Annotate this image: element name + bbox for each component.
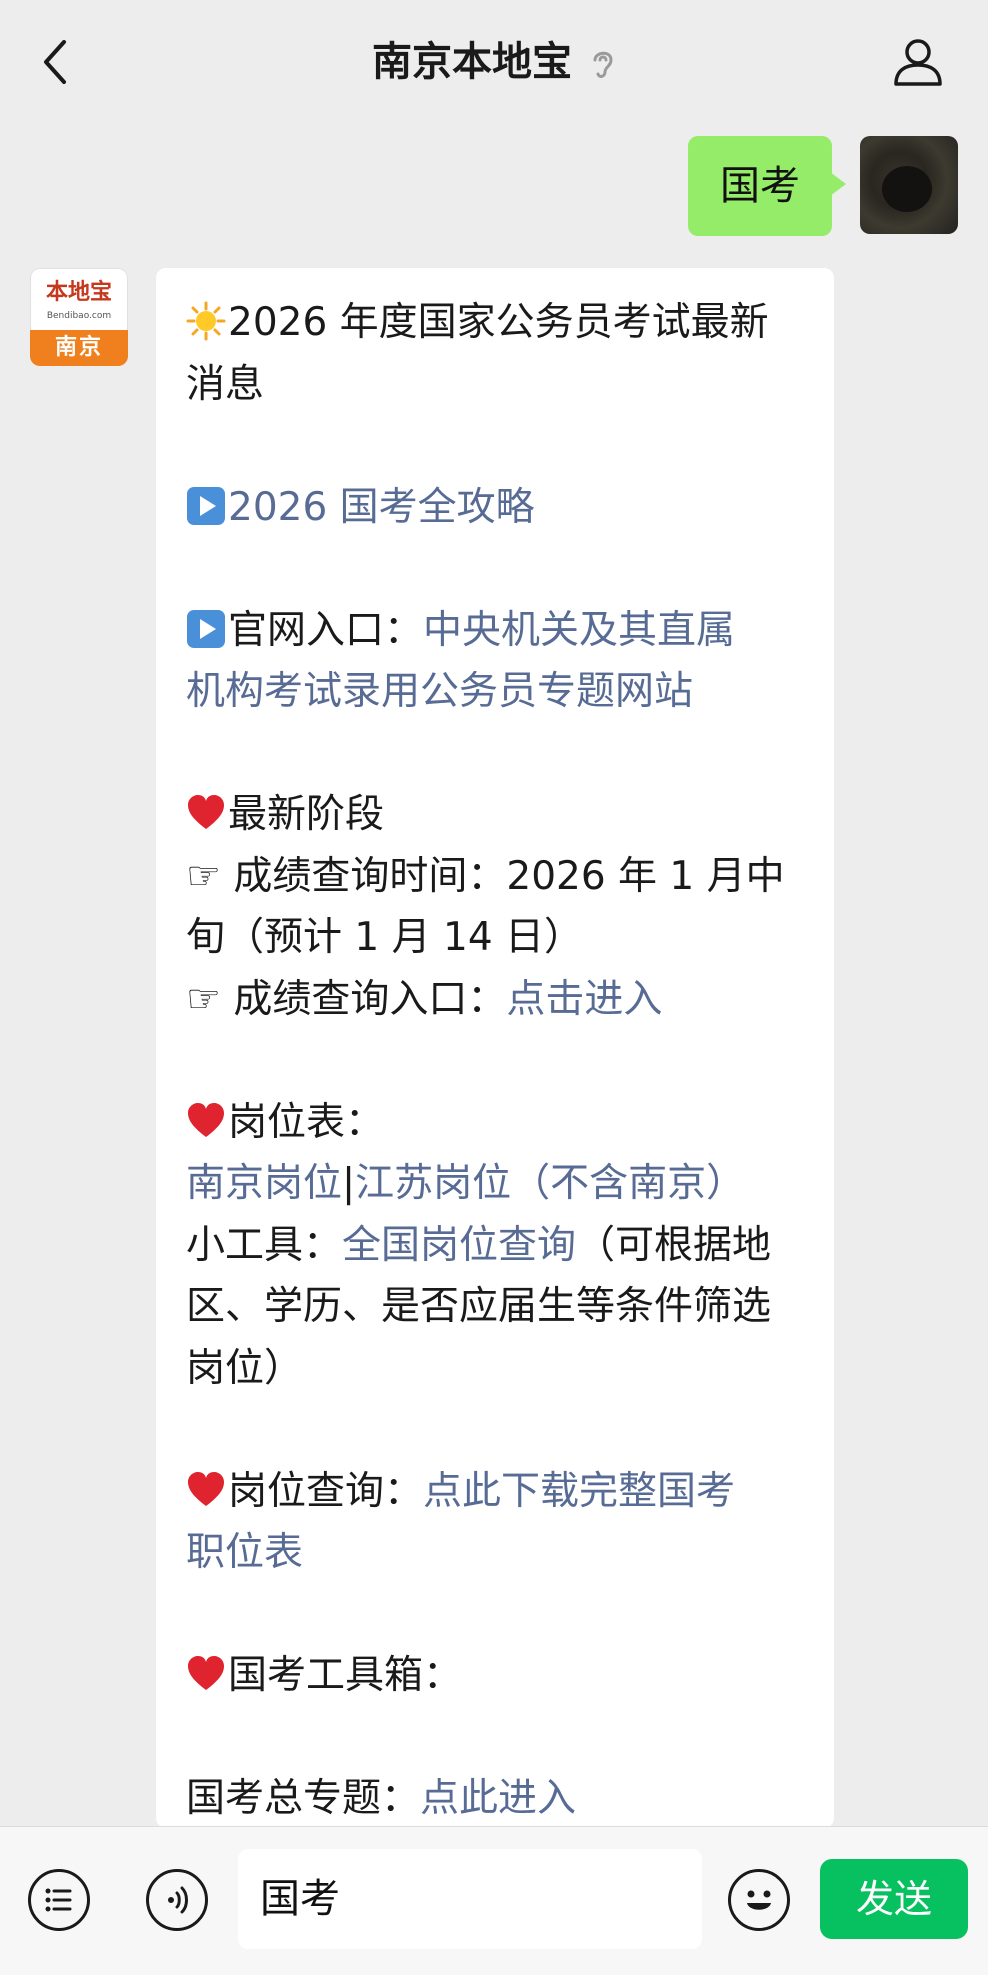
incoming-message-bubble: 2026 年度国家公务员考试最新 消息 2026 国考全攻略 官网入口：中央机关… [156, 268, 834, 1828]
score-entry-line: ☞ 成绩查询入口：点击进入 [186, 969, 806, 1031]
official-site-link-cont[interactable]: 机构考试录用公务员专题网站 [186, 661, 806, 723]
national-job-search-link[interactable]: 全国岗位查询 [342, 1223, 576, 1268]
send-button-label: 发送 [855, 1877, 932, 1921]
official-site-line: 官网入口：中央机关及其直属 [186, 600, 806, 662]
news-headline-text: 2026 年度国家公务员考试最新 [228, 300, 769, 345]
score-time-text: 成绩查询时间：2026 年 1 月中 [233, 853, 785, 899]
profile-icon[interactable] [892, 36, 944, 88]
avatar-logo-city: 南京 [30, 330, 128, 366]
score-entry-label: 成绩查询入口： [233, 976, 507, 1022]
bot-avatar[interactable]: 本地宝 Bendibao.com 南京 [30, 268, 128, 366]
topic-label: 国考总专题： [186, 1776, 421, 1821]
outgoing-message-bubble[interactable]: 国考 [688, 136, 846, 236]
chat-title-text: 南京本地宝 [372, 39, 572, 85]
jiangsu-jobs-link[interactable]: 江苏岗位（不含南京） [355, 1161, 745, 1206]
official-site-link[interactable]: 中央机关及其直属 [423, 608, 735, 653]
link-separator: | [342, 1161, 356, 1206]
chat-header: 南京本地宝 [0, 0, 988, 124]
toolbox-title: 国考工具箱： [228, 1653, 463, 1698]
job-query-line: 岗位查询：点此下载完整国考 [186, 1461, 806, 1523]
sun-icon [186, 301, 226, 341]
download-jobs-link[interactable]: 点此下载完整国考 [423, 1469, 735, 1514]
send-button[interactable]: 发送 [820, 1859, 968, 1939]
avatar-logo-domain: Bendibao.com [46, 311, 112, 321]
stage-title: 最新阶段 [228, 792, 385, 837]
score-time-cont: 旬（预计 1 月 14 日） [186, 915, 584, 960]
tool-desc-line3: 岗位） [186, 1345, 304, 1391]
tool-line: 小工具：全国岗位查询（可根据地 [186, 1215, 806, 1277]
official-site-label: 官网入口： [228, 607, 424, 653]
play-button-icon [187, 486, 225, 525]
news-headline-line2: 消息 [186, 361, 265, 407]
message-input[interactable]: 国考 [238, 1849, 702, 1949]
heart-icon [188, 1102, 224, 1137]
menu-list-button[interactable] [28, 1869, 90, 1931]
tool-label: 小工具： [186, 1222, 343, 1268]
job-query-label: 岗位查询： [228, 1468, 424, 1514]
heart-icon [188, 1656, 224, 1690]
toolbox-line: 国考工具箱： [186, 1645, 806, 1707]
jobs-links-line: 南京岗位|江苏岗位（不含南京） [186, 1153, 806, 1215]
play-button-icon [187, 609, 225, 648]
news-headline-line1: 2026 年度国家公务员考试最新 [186, 292, 806, 354]
score-time-line: ☞ 成绩查询时间：2026 年 1 月中 [186, 846, 806, 908]
jobs-title-line: 岗位表： [186, 1092, 806, 1154]
heart-icon [188, 795, 224, 829]
chat-title: 南京本地宝 [0, 34, 988, 90]
list-menu-icon [45, 1888, 72, 1912]
emoji-button[interactable] [728, 1869, 790, 1931]
tool-desc: （可根据地 [576, 1222, 772, 1268]
topic-link[interactable]: 点此进入 [420, 1776, 576, 1821]
message-input-text: 国考 [260, 1876, 340, 1922]
guide-link[interactable]: 2026 国考全攻略 [228, 485, 535, 530]
topic-line: 国考总专题：点此进入 [186, 1768, 806, 1828]
score-entry-link[interactable]: 点击进入 [506, 977, 662, 1022]
smiley-icon [747, 1890, 771, 1910]
voice-icon [168, 1886, 188, 1914]
heart-icon [188, 1471, 224, 1506]
guide-line: 2026 国考全攻略 [186, 477, 806, 539]
tool-desc-line2: 区、学历、是否应届生等条件筛选 [186, 1284, 772, 1329]
my-avatar[interactable] [860, 136, 958, 234]
nanjing-jobs-link[interactable]: 南京岗位 [186, 1161, 342, 1206]
ear-icon [593, 51, 613, 78]
avatar-logo-title: 本地宝 [45, 279, 112, 305]
pointing-hand-icon: ☞ [186, 853, 234, 899]
outgoing-message-text: 国考 [720, 163, 800, 209]
pointing-hand-icon: ☞ [186, 976, 234, 1022]
voice-input-button[interactable] [146, 1869, 208, 1931]
stage-title-line: 最新阶段 [186, 784, 806, 846]
input-toolbar: 国考 发送 [0, 1826, 988, 1975]
download-jobs-link-cont[interactable]: 职位表 [186, 1522, 806, 1584]
jobs-title: 岗位表： [228, 1099, 385, 1145]
